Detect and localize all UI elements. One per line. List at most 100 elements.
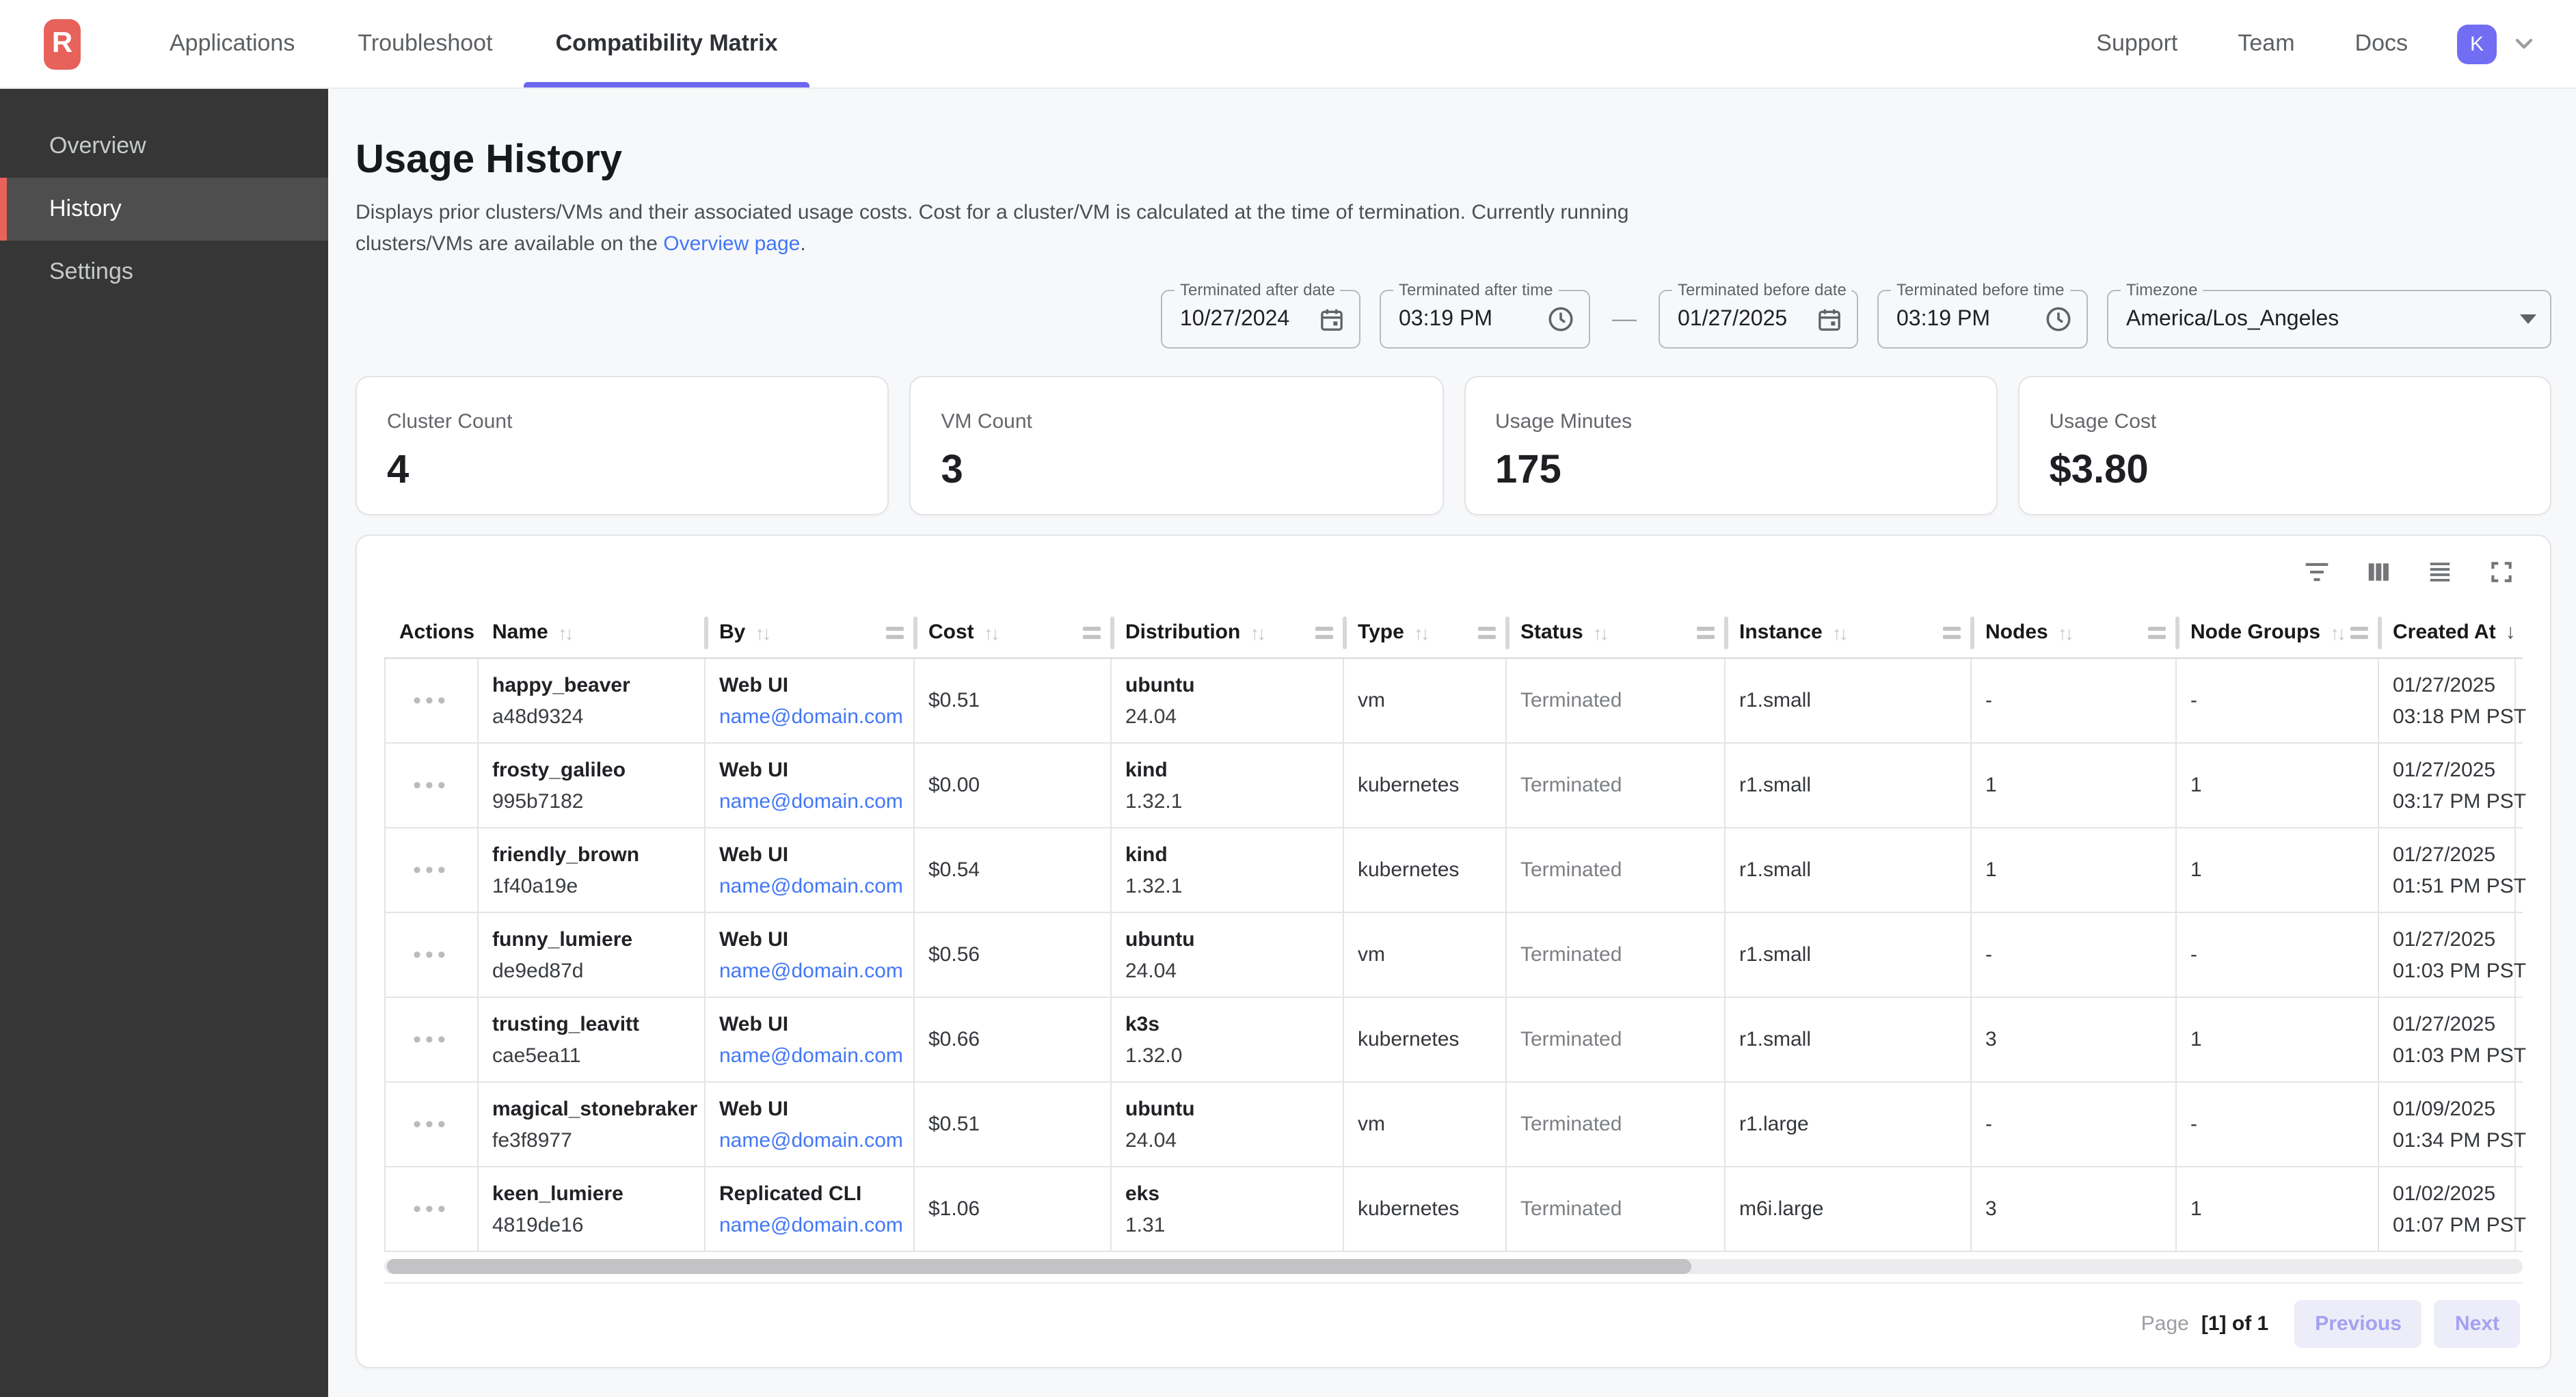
- app-viewport: R Applications Troubleshoot Compatibilit…: [0, 0, 2576, 1397]
- clock-icon[interactable]: [1533, 305, 1575, 334]
- filter-icon[interactable]: [2304, 558, 2330, 584]
- overview-page-link[interactable]: Overview page: [663, 232, 800, 256]
- row-actions-button[interactable]: •••: [413, 863, 450, 877]
- column-header-instance[interactable]: Instance↑↓: [1726, 607, 1972, 657]
- cell-cost: $1.06: [915, 1167, 1112, 1251]
- node-groups-value: 1: [2190, 858, 2364, 882]
- column-menu-icon[interactable]: [1697, 626, 1715, 638]
- columns-icon[interactable]: [2365, 558, 2391, 584]
- cluster-id: de9ed87d: [492, 959, 690, 982]
- sort-desc-icon[interactable]: ↓: [2506, 621, 2516, 644]
- terminated-before-time-field[interactable]: Terminated before time 03:19 PM: [1877, 290, 2088, 349]
- scrollbar-thumb[interactable]: [387, 1259, 1691, 1274]
- instance-value: r1.small: [1739, 689, 1957, 712]
- row-actions-button[interactable]: •••: [413, 1033, 450, 1046]
- sort-icon[interactable]: ↑↓: [1414, 621, 1427, 643]
- distribution-version: 24.04: [1125, 1128, 1329, 1152]
- column-header-name[interactable]: Name↑↓: [479, 607, 706, 657]
- timezone-select[interactable]: Timezone America/Los_Angeles: [2107, 290, 2551, 349]
- sort-icon[interactable]: ↑↓: [1832, 621, 1846, 643]
- nav-docs[interactable]: Docs: [2331, 30, 2432, 57]
- sidebar-item-settings[interactable]: Settings: [0, 241, 328, 303]
- fullscreen-icon[interactable]: [2488, 558, 2514, 584]
- cell-created_at: 01/27/202501:03 PM PST: [2379, 998, 2516, 1081]
- sidebar-item-overview[interactable]: Overview: [0, 115, 328, 178]
- table-row: •••trusting_leavittcae5ea11Web UIname@do…: [386, 998, 2523, 1083]
- created-date: 01/27/2025: [2393, 673, 2501, 696]
- column-menu-icon[interactable]: [2350, 626, 2368, 638]
- density-icon[interactable]: [2427, 558, 2453, 584]
- created-by-email-link[interactable]: name@domain.com: [719, 1213, 900, 1236]
- created-by-source: Web UI: [719, 1097, 900, 1120]
- created-by-email-link[interactable]: name@domain.com: [719, 959, 900, 982]
- nav-support[interactable]: Support: [2071, 30, 2202, 57]
- row-actions-button[interactable]: •••: [413, 1202, 450, 1216]
- cell-created_at: 01/27/202501:03 PM PST: [2379, 913, 2516, 996]
- cell-distribution: ubuntu24.04: [1112, 913, 1344, 996]
- status-value: Terminated: [1520, 689, 1710, 712]
- created-by-email-link[interactable]: name@domain.com: [719, 789, 900, 813]
- sort-icon[interactable]: ↑↓: [1250, 621, 1263, 643]
- column-header-type[interactable]: Type↑↓: [1344, 607, 1507, 657]
- caret-down-icon[interactable]: [2506, 314, 2536, 324]
- cell-distribution: eks1.31: [1112, 1167, 1344, 1251]
- next-page-button[interactable]: Next: [2434, 1300, 2520, 1348]
- cell-node_groups: -: [2177, 659, 2379, 742]
- calendar-icon[interactable]: [1304, 306, 1345, 333]
- column-header-created_at[interactable]: Created At↓: [2379, 607, 2516, 657]
- column-header-nodes[interactable]: Nodes↑↓: [1972, 607, 2177, 657]
- created-by-email-link[interactable]: name@domain.com: [719, 1128, 900, 1152]
- sort-icon[interactable]: ↑↓: [2330, 621, 2344, 643]
- nav-applications[interactable]: Applications: [138, 0, 326, 87]
- sort-icon[interactable]: ↑↓: [2058, 621, 2071, 643]
- distribution-version: 24.04: [1125, 959, 1329, 982]
- stat-label: Cluster Count: [387, 410, 858, 433]
- sort-icon[interactable]: ↑↓: [1593, 621, 1607, 643]
- column-header-node_groups[interactable]: Node Groups↑↓: [2177, 607, 2379, 657]
- cell-actions: •••: [386, 913, 479, 996]
- nodes-value: -: [1985, 1113, 2162, 1136]
- cell-actions: •••: [386, 659, 479, 742]
- created-by-email-link[interactable]: name@domain.com: [719, 874, 900, 897]
- sort-icon[interactable]: ↑↓: [558, 621, 572, 643]
- column-menu-icon[interactable]: [1315, 626, 1333, 638]
- clock-icon[interactable]: [2030, 305, 2073, 334]
- nav-compatibility-matrix[interactable]: Compatibility Matrix: [524, 0, 809, 87]
- column-menu-icon[interactable]: [1478, 626, 1496, 638]
- user-avatar[interactable]: K: [2457, 24, 2497, 64]
- created-by-email-link[interactable]: name@domain.com: [719, 1044, 900, 1067]
- column-menu-icon[interactable]: [1943, 626, 1961, 638]
- row-actions-button[interactable]: •••: [413, 778, 450, 792]
- row-actions-button[interactable]: •••: [413, 694, 450, 707]
- table-row: •••magical_stonebrakerfe3f8977Web UIname…: [386, 1083, 2523, 1167]
- chevron-down-icon[interactable]: [2510, 30, 2538, 57]
- column-header-by[interactable]: By↑↓: [706, 607, 915, 657]
- created-by-email-link[interactable]: name@domain.com: [719, 705, 900, 728]
- sort-icon[interactable]: ↑↓: [755, 621, 768, 643]
- horizontal-scrollbar[interactable]: [384, 1259, 2523, 1274]
- terminated-after-date-value: 10/27/2024: [1180, 307, 1289, 331]
- row-actions-button[interactable]: •••: [413, 1117, 450, 1131]
- nav-team[interactable]: Team: [2213, 30, 2319, 57]
- column-header-cost[interactable]: Cost↑↓: [915, 607, 1112, 657]
- replicated-logo[interactable]: R: [44, 18, 81, 69]
- node-groups-value: -: [2190, 689, 2364, 712]
- sidebar-item-history[interactable]: History: [0, 178, 328, 241]
- calendar-icon[interactable]: [1802, 306, 1843, 333]
- cell-nodes: 3: [1972, 998, 2177, 1081]
- column-header-status[interactable]: Status↑↓: [1507, 607, 1726, 657]
- column-menu-icon[interactable]: [886, 626, 904, 638]
- cell-type: kubernetes: [1344, 1167, 1507, 1251]
- row-actions-button[interactable]: •••: [413, 948, 450, 962]
- column-menu-icon[interactable]: [2148, 626, 2166, 638]
- terminated-after-date-field[interactable]: Terminated after date 10/27/2024: [1161, 290, 1360, 349]
- column-header-distribution[interactable]: Distribution↑↓: [1112, 607, 1344, 657]
- previous-page-button[interactable]: Previous: [2294, 1300, 2422, 1348]
- column-menu-icon[interactable]: [1083, 626, 1101, 638]
- nav-troubleshoot[interactable]: Troubleshoot: [326, 0, 524, 87]
- terminated-after-time-field[interactable]: Terminated after time 03:19 PM: [1380, 290, 1590, 349]
- sort-icon[interactable]: ↑↓: [984, 621, 997, 643]
- terminated-before-date-field[interactable]: Terminated before date 01/27/2025: [1659, 290, 1858, 349]
- cell-created_at: 01/27/202503:18 PM PST: [2379, 659, 2516, 742]
- cell-actions: •••: [386, 828, 479, 912]
